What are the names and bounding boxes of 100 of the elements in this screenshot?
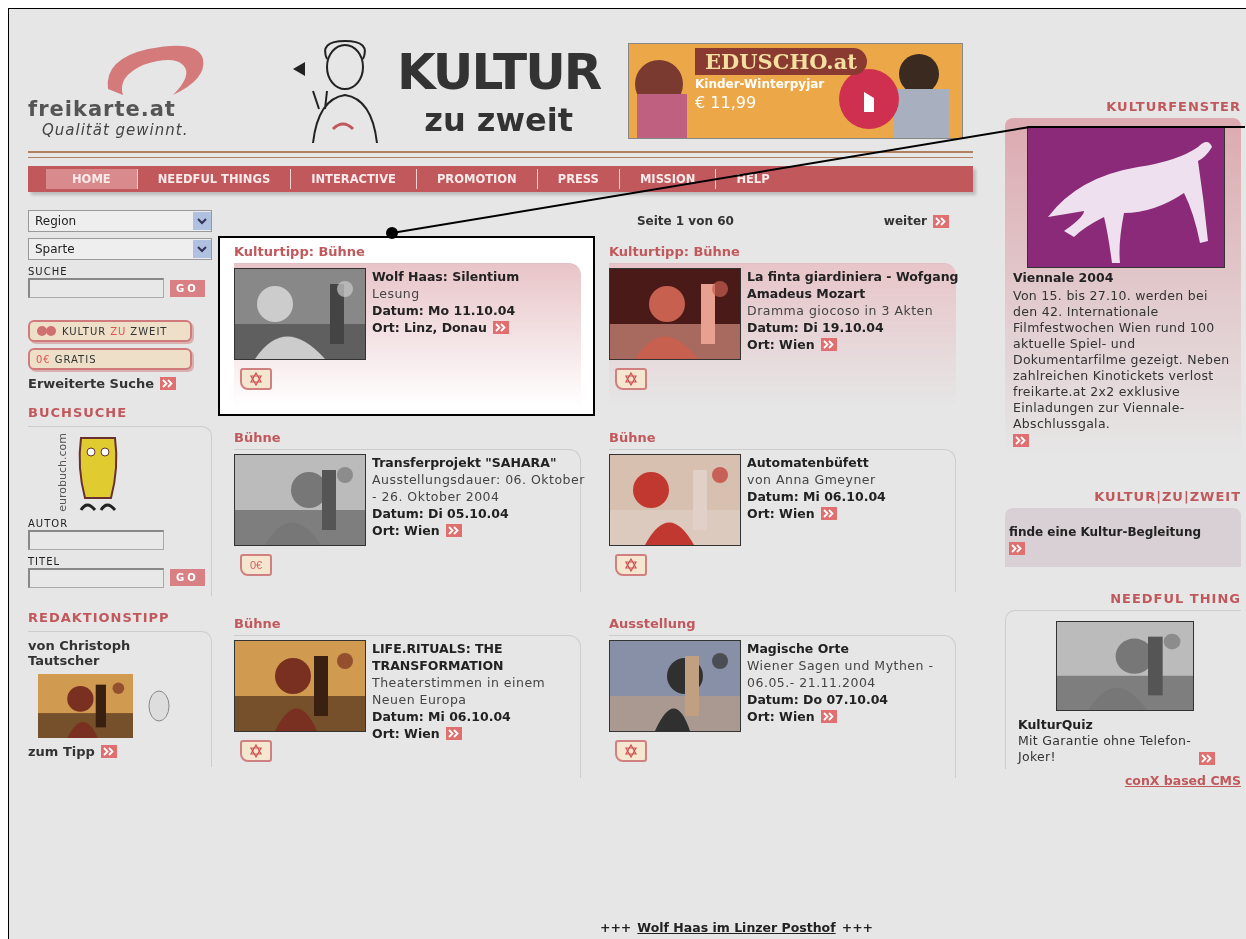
tip-place: Ort: Wien: [747, 708, 815, 725]
tip-title[interactable]: Automatenbüfett: [747, 454, 965, 471]
tip-category: Ausstellung: [609, 616, 697, 631]
ticker-marks: +++: [841, 920, 874, 935]
caret-icon: [197, 217, 207, 225]
nav-item[interactable]: NEEDFUL THINGS: [136, 169, 291, 189]
advanced-search-link[interactable]: Erweiterte Suche: [28, 376, 154, 391]
quiz-title: KulturQuiz: [1018, 717, 1094, 733]
nav-item[interactable]: INTERACTIVE: [290, 169, 416, 189]
section-heading: KULTURFENSTER: [1105, 99, 1241, 114]
arrow-icon[interactable]: [445, 727, 462, 740]
tip-description: von Anna Gmeyner: [747, 471, 877, 488]
tip-place: Ort: Wien: [372, 725, 440, 742]
ad-brand: EDUSCHO.at: [695, 48, 867, 75]
ad-text: Kinder-Winterpyjar: [695, 77, 826, 91]
banner-subtitle: zu zweit: [424, 101, 573, 139]
arrow-icon[interactable]: [820, 710, 837, 723]
banner-title: KULTUR: [397, 43, 601, 101]
arrow-icon[interactable]: [933, 214, 949, 228]
tip-date: Datum: Di 19.10.04: [747, 319, 885, 336]
tip-place: Ort: Wien: [747, 336, 815, 353]
section-heading: KULTUR|ZU|ZWEIT: [1093, 489, 1241, 504]
tip-place: Ort: Wien: [747, 505, 815, 522]
tip-link[interactable]: zum Tipp: [28, 743, 95, 759]
star-icon: [249, 744, 263, 758]
page-indicator: Seite 1 von 60: [636, 214, 734, 228]
next-link[interactable]: weiter: [883, 214, 927, 228]
tip-date: Datum: Di 05.10.04: [372, 505, 510, 522]
tip-title[interactable]: Transferprojekt "SAHARA": [372, 454, 590, 471]
tip-category: Bühne: [234, 616, 282, 631]
quiz-text: Mit Garantie ohne Telefon-Joker!: [1018, 733, 1193, 765]
input-field[interactable]: [28, 529, 164, 550]
field-label: TITEL: [28, 555, 62, 567]
tip-title[interactable]: LIFE.RITUALS: THE TRANSFORMATION: [372, 640, 590, 674]
tip-date: Datum: Do 07.10.04: [747, 691, 890, 708]
nav-item[interactable]: PROMOTION: [415, 169, 537, 189]
logo-suffix: .at: [140, 97, 176, 121]
tip-category: Bühne: [234, 430, 282, 445]
tip-title[interactable]: Wolf Haas: Silentium: [372, 268, 590, 285]
star-badge[interactable]: [615, 554, 647, 576]
caret-icon: [197, 245, 207, 253]
dropdown[interactable]: Sparte: [28, 238, 212, 260]
tip-category: Bühne: [609, 430, 657, 445]
tip-place: Ort: Linz, Donau: [372, 319, 487, 336]
kultur-zu-zweit-button[interactable]: KULTUR ZU ZWEIT: [28, 320, 192, 342]
gratis-button[interactable]: 0€ GRATIS: [28, 348, 192, 370]
star-icon: [249, 372, 263, 386]
arrow-icon[interactable]: [820, 507, 837, 520]
section-heading: REDAKTIONSTIPP: [28, 609, 171, 625]
nav-item[interactable]: MISSION: [618, 169, 716, 189]
tip-date: Datum: Mi 06.10.04: [747, 488, 887, 505]
arrow-icon[interactable]: [492, 321, 509, 334]
ticker-marks: +++: [599, 920, 632, 935]
dropdown[interactable]: Region: [28, 210, 212, 232]
field-label: AUTOR: [28, 517, 70, 529]
section-heading: BUCHSUCHE: [28, 405, 129, 420]
tip-category: Kulturtipp: Bühne: [234, 244, 366, 259]
logo-tagline: Qualität gewinnt.: [42, 121, 189, 139]
cms-link[interactable]: conX based CMS: [1005, 773, 1241, 788]
nav-item[interactable]: PRESS: [536, 169, 619, 189]
tip-date: Datum: Mi 06.10.04: [372, 708, 512, 725]
search-label: SUCHE: [28, 266, 69, 277]
logo-name: freikarte: [28, 97, 141, 121]
arrow-icon[interactable]: [820, 338, 837, 351]
ticker-link[interactable]: Wolf Haas im Linzer Posthof: [637, 920, 836, 935]
star-icon: [624, 372, 638, 386]
ad-price: € 11,99: [695, 93, 758, 112]
tip-description: Theaterstimmen in einem Neuen Europa: [372, 674, 547, 708]
star-badge[interactable]: [240, 368, 272, 390]
tip-title[interactable]: La finta giardiniera - Wofgang Amadeus Mozart: [747, 268, 965, 302]
input-field[interactable]: [28, 567, 164, 588]
tip-title[interactable]: Magische Orte: [747, 640, 965, 657]
arrow-icon[interactable]: [445, 524, 462, 537]
feature-text: Von 15. bis 27.10. werden bei den 42. Internationale Filmfestwochen Wien rund 100 aktuelle Spiel- und Dokumentarfilme gezeigt. Neben zahlreichen Kinotickets verlost freikarte.at 2x2 exklusive Einladungen zur Viennale-Abschlussgala.: [1013, 288, 1231, 432]
search-field[interactable]: [28, 278, 164, 298]
star-icon: [624, 744, 638, 758]
feature-title: Viennale 2004: [1013, 270, 1115, 286]
arrow-icon[interactable]: [100, 744, 117, 758]
ad-banner[interactable]: EDUSCHO.at Kinder-Winterpyjar € 11,99: [628, 43, 963, 139]
site-name: eurobuch.com: [56, 433, 69, 512]
star-badge[interactable]: [615, 368, 647, 390]
tip-category: Kulturtipp: Bühne: [609, 244, 741, 259]
companion-link[interactable]: finde eine Kultur-Begleitung: [1009, 524, 1237, 540]
arrow-icon[interactable]: [1009, 542, 1025, 555]
star-badge[interactable]: [240, 740, 272, 762]
tip-place: Ort: Wien: [372, 522, 440, 539]
tip-date: Datum: Mo 11.10.04: [372, 302, 517, 319]
arrow-icon[interactable]: [1013, 434, 1029, 447]
section-heading: NEEDFUL THING: [1109, 591, 1241, 606]
tip-description: Dramma giocoso in 3 Akten: [747, 302, 935, 319]
tip-description: Wiener Sagen und Mythen - 06.05.- 21.11.2004: [747, 657, 935, 691]
avatar-icon: [147, 688, 171, 723]
arrow-icon[interactable]: [160, 377, 176, 390]
arrow-icon[interactable]: [1199, 752, 1215, 765]
tip-description: Lesung: [372, 285, 421, 302]
tip-description: Ausstellungsdauer: 06. Oktober - 26. Oktober 2004: [372, 471, 586, 505]
star-badge[interactable]: [615, 740, 647, 762]
author-text: von Christoph Tautscher: [28, 637, 132, 668]
nav-item[interactable]: HELP: [715, 169, 790, 189]
star-icon: [624, 558, 638, 572]
